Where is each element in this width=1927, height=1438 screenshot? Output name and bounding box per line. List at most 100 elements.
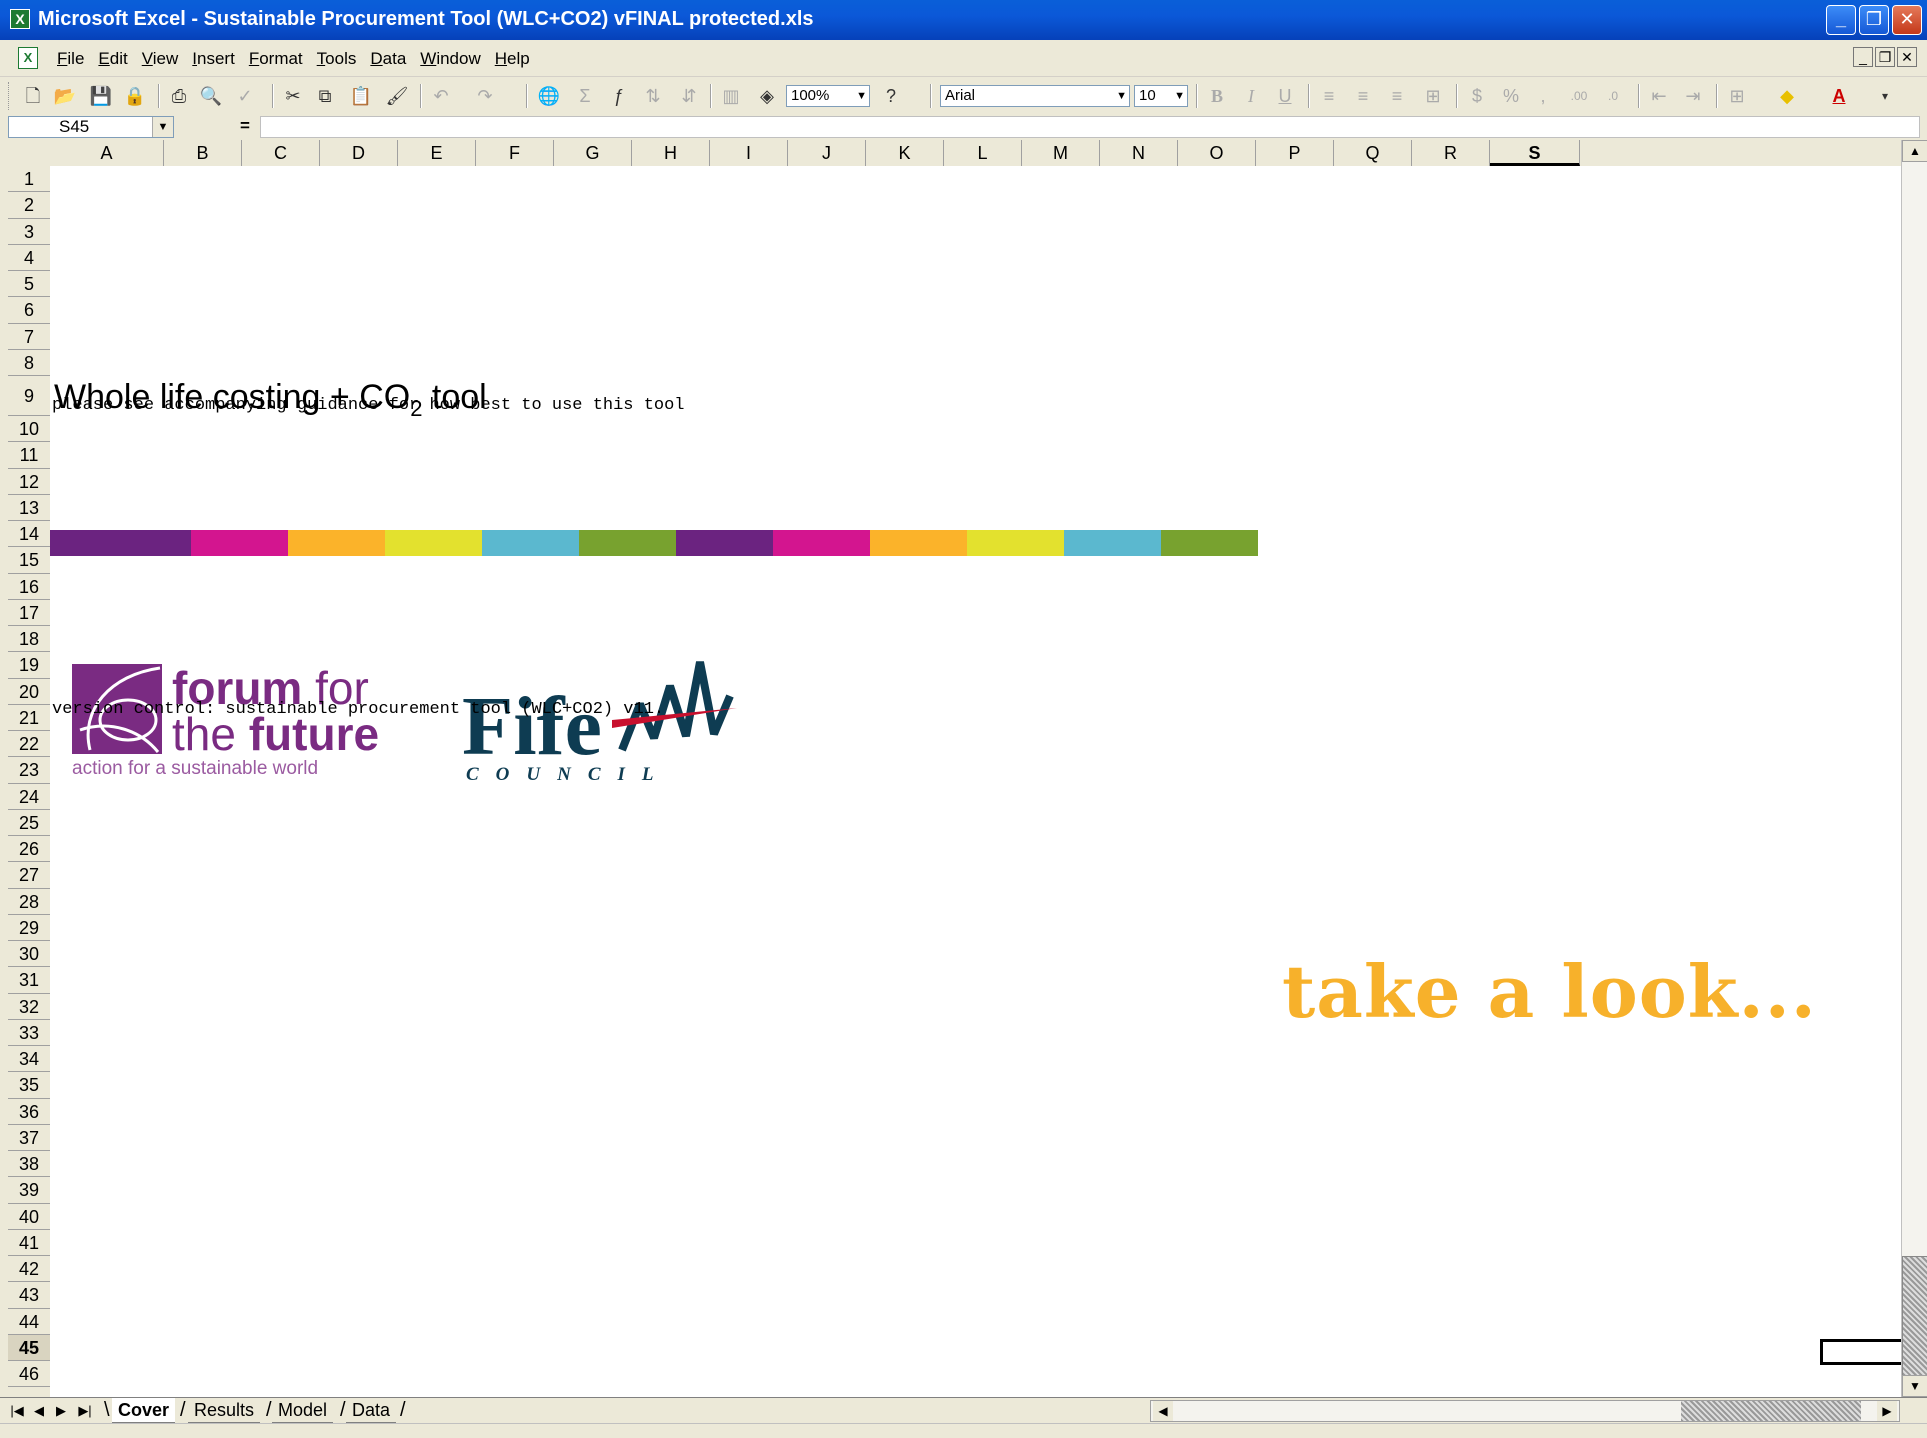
take-a-look-link[interactable]: take a look... <box>1282 949 1817 1034</box>
row-header-3[interactable]: 3 <box>8 219 50 245</box>
menu-view[interactable]: View <box>135 49 186 69</box>
decrease-decimal-icon[interactable]: .0 <box>1600 83 1626 109</box>
increase-decimal-icon[interactable]: .00 <box>1566 83 1592 109</box>
maximize-button[interactable]: ❐ <box>1859 5 1889 35</box>
open-icon[interactable]: 📂 <box>52 83 78 109</box>
row-header-7[interactable]: 7 <box>8 324 50 350</box>
save-icon[interactable]: 💾 <box>88 83 114 109</box>
menu-insert[interactable]: Insert <box>185 49 242 69</box>
sort-ascending-icon[interactable]: ⇅ <box>640 83 666 109</box>
row-header-46[interactable]: 46 <box>8 1361 50 1388</box>
row-header-41[interactable]: 41 <box>8 1230 50 1256</box>
row-header-25[interactable]: 25 <box>8 810 50 836</box>
insert-function-icon[interactable]: ƒ <box>606 83 632 109</box>
chart-wizard-icon[interactable]: ▥ <box>718 83 744 109</box>
redo-icon[interactable]: ↷ <box>472 83 498 109</box>
next-sheet-icon[interactable]: ▶ <box>52 1401 70 1421</box>
menu-edit[interactable]: Edit <box>91 49 134 69</box>
font-size-select[interactable]: 10 ▼ <box>1134 85 1188 107</box>
row-header-30[interactable]: 30 <box>8 941 50 968</box>
print-preview-icon[interactable]: 🔍 <box>198 83 224 109</box>
row-header-31[interactable]: 31 <box>8 967 50 994</box>
column-header-a[interactable]: A <box>50 140 164 166</box>
row-header-24[interactable]: 24 <box>8 784 50 810</box>
toolbar-grip[interactable] <box>8 82 12 110</box>
row-header-16[interactable]: 16 <box>8 574 50 600</box>
horizontal-scroll-thumb[interactable] <box>1681 1401 1861 1421</box>
underline-icon[interactable]: U <box>1272 83 1298 109</box>
row-header-34[interactable]: 34 <box>8 1046 50 1073</box>
excel-icon[interactable]: X <box>10 9 30 29</box>
row-header-44[interactable]: 44 <box>8 1309 50 1335</box>
row-header-42[interactable]: 42 <box>8 1256 50 1283</box>
row-header-12[interactable]: 12 <box>8 469 50 495</box>
vertical-scroll-thumb[interactable] <box>1902 1256 1927 1376</box>
row-header-19[interactable]: 19 <box>8 652 50 679</box>
italic-icon[interactable]: I <box>1238 83 1264 109</box>
row-header-29[interactable]: 29 <box>8 915 50 941</box>
row-header-38[interactable]: 38 <box>8 1151 50 1178</box>
menu-data[interactable]: Data <box>363 49 413 69</box>
column-header-e[interactable]: E <box>398 140 476 166</box>
align-left-icon[interactable]: ≡ <box>1316 83 1342 109</box>
align-center-icon[interactable]: ≡ <box>1350 83 1376 109</box>
row-header-11[interactable]: 11 <box>8 442 50 469</box>
sort-descending-icon[interactable]: ⇵ <box>676 83 702 109</box>
new-icon[interactable]: 🗋 <box>20 83 46 109</box>
row-header-4[interactable]: 4 <box>8 245 50 271</box>
last-sheet-icon[interactable]: ▶| <box>76 1401 94 1421</box>
tab-results[interactable]: Results <box>188 1398 261 1423</box>
decrease-indent-icon[interactable]: ⇤ <box>1646 83 1672 109</box>
autosum-icon[interactable]: Σ <box>572 83 598 109</box>
format-painter-icon[interactable]: 🖌 <box>384 83 410 109</box>
scroll-down-icon[interactable]: ▼ <box>1902 1375 1927 1397</box>
column-header-n[interactable]: N <box>1100 140 1178 166</box>
column-header-r[interactable]: R <box>1412 140 1490 166</box>
tab-data[interactable]: Data <box>346 1398 397 1423</box>
column-header-g[interactable]: G <box>554 140 632 166</box>
column-header-s[interactable]: S <box>1490 140 1580 166</box>
selected-cell-s45[interactable] <box>1820 1339 1901 1365</box>
hyperlink-icon[interactable]: 🌐 <box>536 83 562 109</box>
column-header-b[interactable]: B <box>164 140 242 166</box>
close-button[interactable]: ✕ <box>1892 5 1922 35</box>
row-header-37[interactable]: 37 <box>8 1125 50 1151</box>
menu-file[interactable]: File <box>50 49 91 69</box>
row-header-40[interactable]: 40 <box>8 1204 50 1230</box>
row-header-2[interactable]: 2 <box>8 192 50 219</box>
font-select[interactable]: Arial ▼ <box>940 85 1130 107</box>
formula-input[interactable] <box>260 116 1920 138</box>
print-icon[interactable]: ⎙ <box>166 83 192 109</box>
column-header-h[interactable]: H <box>632 140 710 166</box>
sheet-canvas[interactable]: Whole life costing + CO2 tool please see… <box>50 166 1901 1397</box>
chevron-down-icon[interactable]: ▼ <box>152 117 173 137</box>
scroll-left-icon[interactable]: ◀ <box>1153 1401 1173 1421</box>
font-color-icon[interactable]: A <box>1826 83 1852 109</box>
column-header-f[interactable]: F <box>476 140 554 166</box>
tab-cover[interactable]: Cover <box>112 1398 176 1423</box>
vertical-scrollbar[interactable]: ▲ ▼ <box>1901 140 1927 1397</box>
row-header-9[interactable]: 9 <box>8 376 50 416</box>
workbook-restore-button[interactable]: ❐ <box>1875 47 1895 67</box>
row-header-5[interactable]: 5 <box>8 271 50 298</box>
tab-model[interactable]: Model <box>272 1398 334 1423</box>
formula-equals[interactable]: = <box>240 116 250 136</box>
column-header-i[interactable]: I <box>710 140 788 166</box>
spelling-icon[interactable]: ✓ <box>232 83 258 109</box>
row-header-26[interactable]: 26 <box>8 836 50 863</box>
cut-icon[interactable]: ✂ <box>280 83 306 109</box>
row-header-36[interactable]: 36 <box>8 1099 50 1125</box>
row-header-8[interactable]: 8 <box>8 350 50 376</box>
row-header-23[interactable]: 23 <box>8 757 50 784</box>
menu-window[interactable]: Window <box>413 49 487 69</box>
workbook-icon[interactable]: X <box>18 47 38 69</box>
horizontal-scrollbar[interactable]: ◀ ▶ <box>1150 1400 1900 1422</box>
merge-center-icon[interactable]: ⊞ <box>1420 83 1446 109</box>
bold-icon[interactable]: B <box>1204 83 1230 109</box>
permission-icon[interactable]: 🔒 <box>122 83 148 109</box>
column-header-k[interactable]: K <box>866 140 944 166</box>
help-icon[interactable]: ? <box>878 83 904 109</box>
borders-icon[interactable]: ⊞ <box>1724 83 1750 109</box>
zoom-select[interactable]: 100% ▼ <box>786 85 870 107</box>
first-sheet-icon[interactable]: |◀ <box>8 1401 26 1421</box>
